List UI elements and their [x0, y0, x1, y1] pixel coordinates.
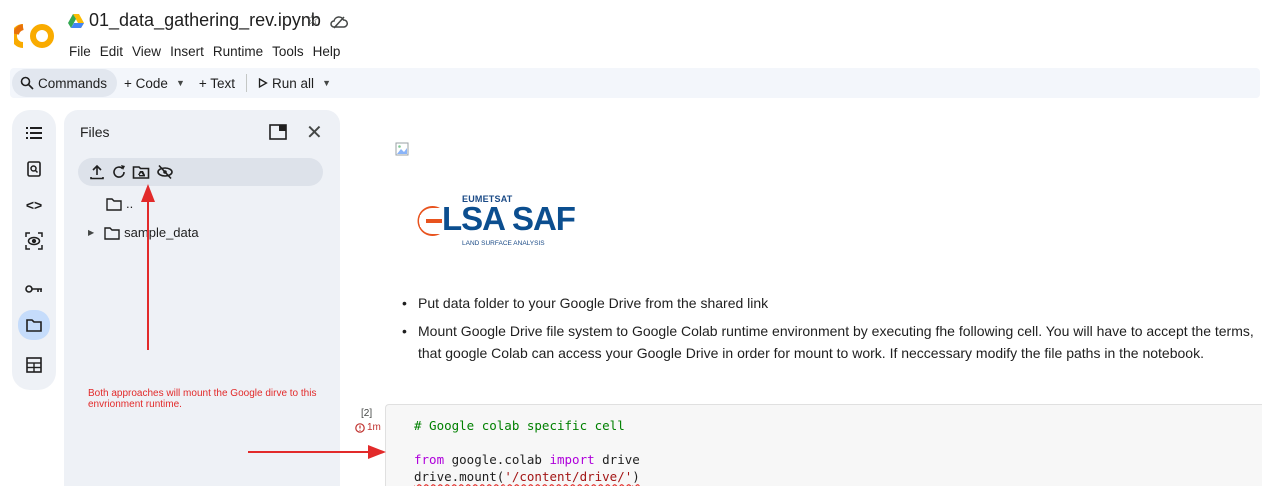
play-icon [258, 78, 268, 88]
bullet-item: Put data folder to your Google Drive fro… [400, 292, 1258, 314]
annotation-note: Both approaches will mount the Google di… [88, 388, 317, 410]
commands-label: Commands [38, 75, 108, 91]
code-snippets-icon[interactable]: <> [18, 190, 50, 220]
chevron-down-icon[interactable]: ▼ [322, 78, 331, 88]
refresh-icon[interactable] [110, 163, 128, 181]
search-icon [20, 76, 34, 90]
run-all-button[interactable]: Run all ▼ [251, 69, 338, 97]
app-header: 01_data_gathering_rev.ipynb ☆ File Edit … [0, 0, 1262, 66]
files-panel-title: Files [80, 124, 110, 140]
star-icon[interactable]: ☆ [305, 10, 320, 30]
lsa-saf-logo: EUMETSAT LSA SAF LAND SURFACE ANALYSIS [410, 194, 580, 256]
menu-help[interactable]: Help [313, 44, 341, 59]
google-drive-icon [68, 14, 84, 28]
code-keyword: from [414, 452, 445, 467]
tree-item-label: sample_data [124, 225, 199, 240]
add-text-button[interactable]: + Text [192, 69, 242, 97]
tree-item-label: .. [126, 196, 134, 211]
left-sidebar-rail: <> [12, 110, 56, 390]
add-code-label: + Code [124, 75, 168, 91]
tree-item-parent[interactable]: .. [106, 196, 133, 211]
menu-edit[interactable]: Edit [100, 44, 123, 59]
logo-land-surface-text: LAND SURFACE ANALYSIS [462, 240, 545, 247]
bullet-item: Mount Google Drive file system to Google… [400, 320, 1258, 364]
mount-drive-icon[interactable] [132, 163, 150, 181]
commands-button[interactable]: Commands [12, 69, 118, 97]
folder-icon [104, 226, 120, 240]
run-all-label: Run all [272, 75, 315, 91]
code-name: drive [594, 452, 640, 467]
menu-tools[interactable]: Tools [272, 44, 304, 59]
toolbar-divider [246, 74, 248, 92]
open-in-tab-icon[interactable] [269, 124, 287, 140]
menu-view[interactable]: View [132, 44, 161, 59]
colab-logo-icon[interactable] [14, 22, 54, 50]
notebook-title[interactable]: 01_data_gathering_rev.ipynb [89, 10, 321, 31]
files-icon[interactable] [18, 310, 50, 340]
logo-lsa-saf-text: LSA SAF [442, 200, 576, 237]
lsa-saf-emblem-icon [417, 206, 442, 236]
chevron-down-icon[interactable]: ▼ [176, 78, 185, 88]
files-toolbar [78, 158, 323, 186]
tree-item-sample-data[interactable]: ▶ sample_data [88, 225, 199, 240]
menu-insert[interactable]: Insert [170, 44, 204, 59]
files-panel: Files ✕ .. ▶ sample_data [64, 110, 340, 486]
find-replace-icon[interactable] [18, 154, 50, 184]
add-text-label: + Text [198, 75, 236, 91]
close-icon[interactable]: ✕ [306, 120, 323, 145]
error-icon [355, 422, 365, 433]
markdown-bullet-list: Put data folder to your Google Drive fro… [400, 292, 1258, 370]
hide-hidden-files-icon[interactable] [156, 163, 174, 181]
menu-bar: File Edit View Insert Runtime Tools Help [69, 44, 340, 59]
key-icon[interactable] [18, 274, 50, 304]
folder-icon [106, 197, 122, 211]
chevron-right-icon[interactable]: ▶ [88, 228, 94, 237]
code-comment: # Google colab specific cell [414, 418, 625, 433]
menu-file[interactable]: File [69, 44, 91, 59]
upload-icon[interactable] [88, 163, 106, 181]
cloud-saved-icon[interactable] [330, 14, 348, 30]
add-code-button[interactable]: + Code ▼ [117, 69, 192, 97]
code-call: drive.mount('/content/drive/') [414, 469, 640, 484]
broken-image-icon [395, 142, 409, 156]
execution-time: 1m [367, 422, 381, 433]
code-keyword: import [549, 452, 595, 467]
data-table-icon[interactable] [18, 350, 50, 380]
code-editor[interactable]: # Google colab specific cell from google… [414, 417, 640, 485]
code-cell[interactable]: # Google colab specific cell from google… [385, 404, 1262, 486]
menu-runtime[interactable]: Runtime [213, 44, 263, 59]
execution-status[interactable]: 1m [355, 422, 381, 433]
notebook-toolbar: Commands + Code ▼ + Text Run all ▼ [10, 68, 1260, 98]
variables-icon[interactable] [18, 226, 50, 256]
execution-count: [2] [361, 408, 373, 419]
code-module: google.colab [444, 452, 550, 467]
table-of-contents-icon[interactable] [18, 118, 50, 148]
